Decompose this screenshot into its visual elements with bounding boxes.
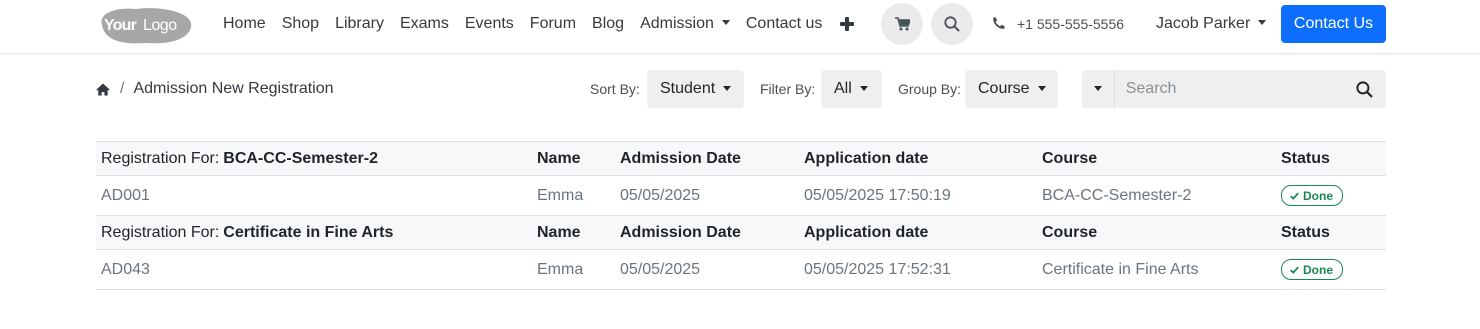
status-text: Done	[1303, 188, 1333, 203]
status-cell: Done	[1281, 176, 1343, 215]
chevron-down-icon	[721, 19, 730, 25]
admission-date: 05/05/2025	[620, 186, 701, 204]
top-navbar: Your Logo Home Shop Library Exams Events…	[0, 0, 1480, 54]
contact-us-button[interactable]: Contact Us	[1281, 5, 1386, 43]
admission-date: 05/05/2025	[620, 260, 701, 278]
nav-home[interactable]: Home	[215, 15, 274, 33]
search-filter-toggle[interactable]	[1082, 70, 1115, 108]
status-cell: Done	[1281, 250, 1343, 289]
group-header-row: Registration For: BCA-CC-Semester-2 Name…	[96, 142, 1386, 176]
status-text: Done	[1303, 262, 1333, 277]
column-header-application-date: Application date	[804, 223, 929, 241]
chevron-down-icon	[723, 85, 732, 91]
student-name: Emma	[537, 260, 584, 278]
check-icon	[1290, 266, 1299, 274]
column-header-status: Status	[1281, 223, 1330, 241]
search-icon	[1356, 80, 1374, 98]
search-submit-button[interactable]	[1344, 70, 1386, 108]
column-header-status: Status	[1281, 149, 1330, 167]
breadcrumb-separator: /	[120, 80, 125, 97]
chevron-down-icon	[859, 85, 868, 91]
group-header-row: Registration For: Certificate in Fine Ar…	[96, 216, 1386, 250]
main-nav: Home Shop Library Exams Events Forum Blo…	[215, 0, 855, 47]
svg-text:Logo: Logo	[143, 17, 177, 34]
filter-by-dropdown[interactable]: All	[821, 70, 882, 108]
user-name: Jacob Parker	[1156, 14, 1251, 32]
cart-button[interactable]	[881, 3, 923, 45]
search-input[interactable]	[1114, 70, 1344, 108]
registration-id: AD001	[101, 186, 150, 204]
column-header-application-date: Application date	[804, 149, 929, 167]
sort-by-dropdown[interactable]: Student	[647, 70, 744, 108]
breadcrumb: / Admission New Registration	[96, 70, 334, 108]
group-by-dropdown[interactable]: Course	[965, 70, 1058, 108]
column-header-course: Course	[1042, 223, 1098, 241]
column-header-name: Name	[537, 223, 581, 241]
group-prefix: Registration For:	[101, 223, 220, 241]
registrations-table: Registration For: BCA-CC-Semester-2 Name…	[96, 141, 1386, 290]
sort-by-value: Student	[660, 80, 716, 97]
column-header-name: Name	[537, 149, 581, 167]
filter-by-label: Filter By:	[760, 81, 816, 97]
table-row[interactable]: AD001 Emma 05/05/2025 05/05/2025 17:50:1…	[96, 176, 1386, 216]
home-icon[interactable]	[96, 83, 110, 96]
nav-forum[interactable]: Forum	[522, 15, 584, 33]
user-menu[interactable]: Jacob Parker	[1156, 0, 1267, 47]
svg-text:Your: Your	[104, 17, 137, 34]
plus-icon[interactable]	[840, 16, 855, 31]
chevron-down-icon	[1093, 85, 1102, 91]
application-date: 05/05/2025 17:50:19	[804, 186, 951, 204]
search-group	[1082, 70, 1386, 108]
nav-contact-us[interactable]: Contact us	[738, 15, 830, 33]
phone-contact[interactable]: +1 555-555-5556	[992, 0, 1124, 47]
column-header-course: Course	[1042, 149, 1098, 167]
course-name: Certificate in Fine Arts	[1042, 260, 1199, 278]
breadcrumb-current: Admission New Registration	[133, 80, 334, 97]
cart-icon	[894, 17, 910, 31]
chevron-down-icon	[1037, 85, 1046, 91]
phone-number: +1 555-555-5556	[1017, 15, 1125, 32]
nav-admission-dropdown[interactable]: Admission	[632, 15, 738, 33]
nav-library[interactable]: Library	[327, 15, 392, 33]
group-title: Registration For: Certificate in Fine Ar…	[101, 216, 393, 249]
group-name: Certificate in Fine Arts	[223, 223, 394, 241]
phone-icon	[993, 17, 1005, 29]
portal-toolbar: / Admission New Registration Sort By: St…	[0, 70, 1480, 108]
group-by-label: Group By:	[898, 81, 962, 97]
nav-shop[interactable]: Shop	[274, 15, 327, 33]
group-prefix: Registration For:	[101, 149, 220, 167]
header-search-button[interactable]	[931, 3, 973, 45]
table-row[interactable]: AD043 Emma 05/05/2025 05/05/2025 17:52:3…	[96, 250, 1386, 290]
chevron-down-icon	[1258, 20, 1267, 25]
group-name: BCA-CC-Semester-2	[223, 149, 378, 167]
registration-id: AD043	[101, 260, 150, 278]
nav-events[interactable]: Events	[457, 15, 522, 33]
column-header-admission-date: Admission Date	[620, 223, 741, 241]
search-icon	[944, 16, 960, 32]
column-header-admission-date: Admission Date	[620, 149, 741, 167]
nav-admission-label: Admission	[640, 14, 714, 32]
status-badge: Done	[1281, 259, 1343, 280]
sort-by-label: Sort By:	[590, 81, 640, 97]
student-name: Emma	[537, 186, 584, 204]
check-icon	[1290, 192, 1299, 200]
course-name: BCA-CC-Semester-2	[1042, 186, 1192, 204]
application-date: 05/05/2025 17:52:31	[804, 260, 951, 278]
status-badge: Done	[1281, 185, 1343, 206]
nav-exams[interactable]: Exams	[392, 15, 457, 33]
brand-logo[interactable]: Your Logo	[96, 5, 192, 45]
filter-by-value: All	[834, 80, 852, 97]
nav-blog[interactable]: Blog	[584, 15, 632, 33]
group-title: Registration For: BCA-CC-Semester-2	[101, 142, 378, 175]
group-by-value: Course	[978, 80, 1030, 97]
